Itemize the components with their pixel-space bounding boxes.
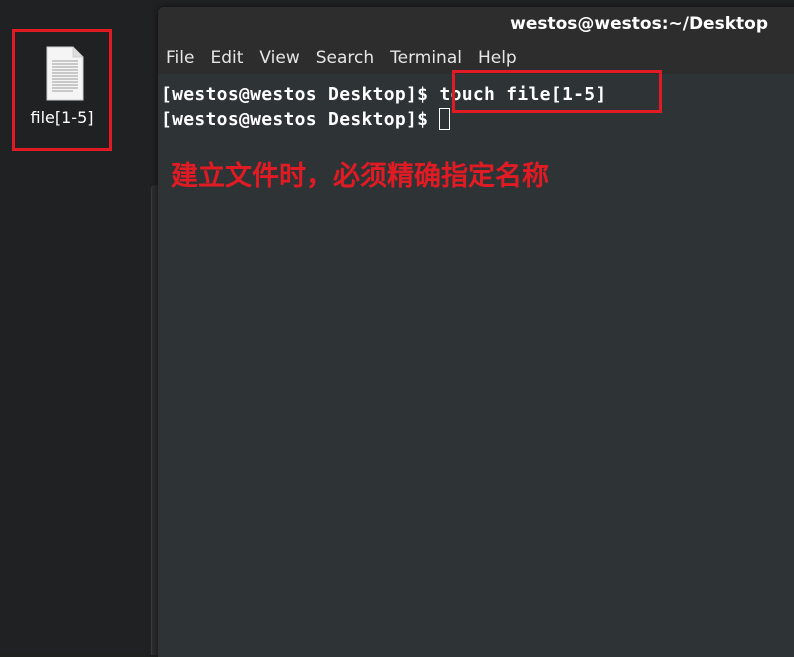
terminal-window[interactable]: westos@westos:~/Desktop File Edit View Sear…	[158, 7, 794, 657]
window-title: westos@westos:~/Desktop	[510, 14, 768, 34]
document-icon[interactable]	[45, 46, 85, 101]
shell-prompt: [westos@westos Desktop]$	[161, 109, 440, 130]
command-highlight	[452, 70, 662, 113]
file-icon-label[interactable]: file[1-5]	[15, 108, 109, 127]
menu-edit[interactable]: Edit	[210, 43, 243, 68]
desktop: file[1-5] westos@westos:~/Desktop File Ed…	[0, 0, 794, 657]
terminal-output[interactable]: [westos@westos Desktop]$ touch file[1-5]…	[158, 70, 794, 657]
menu-view[interactable]: View	[259, 43, 299, 68]
file-icon-highlight: file[1-5]	[12, 29, 112, 151]
terminal-titlebar[interactable]: westos@westos:~/Desktop	[158, 7, 794, 43]
annotation-text: 建立文件时，必须精确指定名称	[171, 161, 549, 192]
menu-terminal[interactable]: Terminal	[390, 43, 462, 68]
menu-search[interactable]: Search	[316, 43, 374, 68]
shell-prompt: [westos@westos Desktop]$	[161, 84, 440, 105]
terminal-line-2: [westos@westos Desktop]$	[161, 108, 451, 130]
text-cursor	[439, 108, 451, 130]
menu-help[interactable]: Help	[478, 43, 517, 68]
menu-file[interactable]: File	[166, 43, 194, 68]
